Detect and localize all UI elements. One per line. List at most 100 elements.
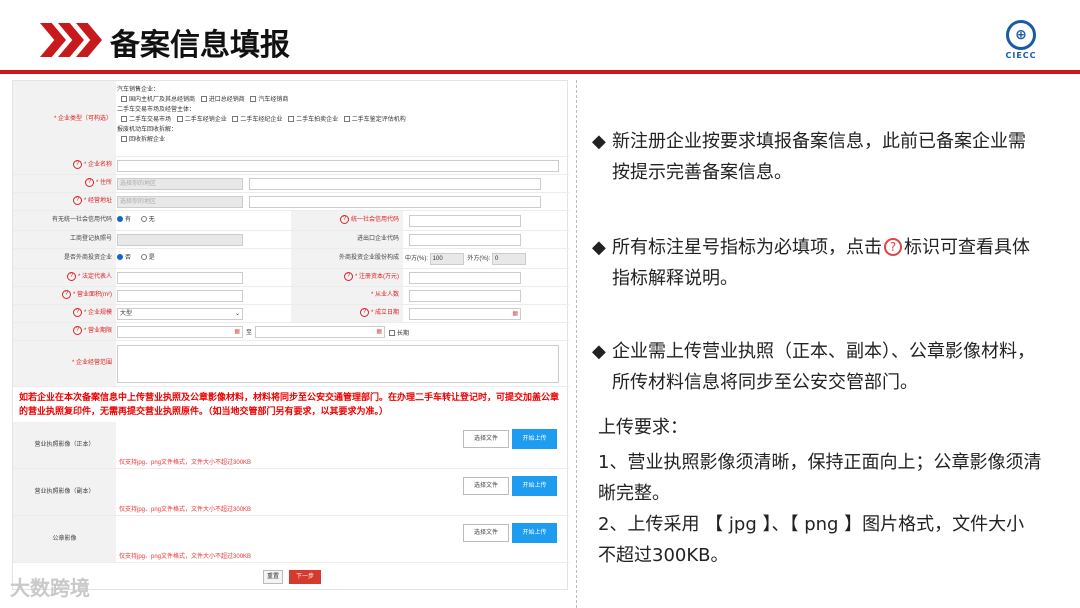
biz-address-row: ? * 经营地址 选择你的地区: [13, 193, 569, 211]
upload-label: 营业执照影像（副本）: [13, 469, 116, 515]
reg-no-row: 工商登记执照号 进出口企业代码: [13, 231, 569, 249]
scope-row: * 企业经营范围: [13, 341, 569, 387]
checkbox[interactable]: [343, 116, 350, 123]
term-start-input[interactable]: ▦: [117, 326, 243, 338]
area-input[interactable]: [117, 290, 243, 302]
calendar-icon: ▦: [234, 329, 240, 335]
checkbox[interactable]: [121, 136, 127, 143]
checkbox[interactable]: [176, 116, 183, 123]
area-label: ? * 营业面积(m²): [13, 287, 116, 304]
option-label: 进口总经销商: [208, 97, 245, 103]
reset-button[interactable]: 重置: [263, 570, 283, 584]
reg-no-label: 工商登记执照号: [13, 231, 116, 248]
capital-label: ? * 注册资本(万元): [291, 269, 403, 286]
globe-icon: ⊕: [1006, 20, 1036, 50]
radio-no[interactable]: [140, 216, 147, 223]
address-region-select[interactable]: 选择你的地区: [117, 178, 243, 190]
option-label: 二手车鉴定评估机构: [351, 117, 406, 123]
start-upload-button[interactable]: 开始上传: [512, 523, 557, 543]
biz-address-region-select[interactable]: 选择你的地区: [117, 196, 243, 208]
radio-yes[interactable]: [117, 216, 123, 223]
diamond-icon: ◆: [592, 237, 606, 258]
staff-label: * 从业人数: [291, 287, 403, 304]
start-upload-button[interactable]: 开始上传: [512, 429, 557, 449]
scale-select[interactable]: 大型 ⌄: [117, 308, 243, 320]
long-term-option[interactable]: 长期: [389, 328, 409, 337]
import-export-input[interactable]: [409, 234, 521, 246]
column-divider: [576, 80, 577, 608]
scope-label: * 企业经营范围: [13, 341, 116, 386]
note-bullet-1: ◆ 新注册企业按要求填报备案信息，此前已备案企业需 按提示完善备案信息。: [592, 126, 1072, 188]
upload-label: 公章影像: [13, 516, 116, 562]
enterprise-type-options: 汽车销售企业： 国内主机厂及其总经销商 进口总经销商 汽车经销商 二手车交易市场…: [117, 85, 406, 145]
radio-no[interactable]: [117, 254, 123, 261]
name-input[interactable]: [117, 160, 559, 172]
page-title: 备案信息填报: [110, 28, 290, 63]
sync-warning: 如若企业在本次备案信息中上传营业执照及公章影像材料，材料将同步至公安交通管理部门…: [19, 393, 560, 417]
credit-code-radio-group: 有 无: [117, 215, 155, 225]
option-label: 汽车经销商: [258, 97, 289, 103]
ciecc-logo: ⊕ CIECC: [1001, 20, 1041, 60]
note-bullet-2: ◆ 所有标注星号指标为必填项，点击? 标识可查看具体 指标解释说明。: [592, 232, 1072, 294]
next-button[interactable]: 下一步: [289, 570, 321, 584]
checkbox[interactable]: [288, 116, 295, 123]
upload-row-original: 营业执照影像（正本） 选择文件 开始上传 仅支持jpg、png文件格式，文件大小…: [13, 422, 569, 469]
checkbox[interactable]: [121, 96, 127, 103]
checkbox[interactable]: [250, 96, 257, 103]
watermark: 大数跨境: [10, 576, 90, 600]
credit-code-label: ? 统一社会信用代码: [291, 211, 403, 230]
req-1: 1、营业执照影像须清晰，保持正面向上；公章影像须清: [598, 452, 1042, 473]
capital-input[interactable]: [409, 272, 521, 284]
option-label: 二手车拍卖企业: [296, 117, 339, 123]
upload-label: 营业执照影像（正本）: [13, 422, 116, 468]
option-label: 回收拆解企业: [129, 137, 166, 143]
enterprise-type-row: * 企业类型（可构选） 汽车销售企业： 国内主机厂及其总经销商 进口总经销商 汽…: [13, 81, 569, 157]
logo-text: CIECC: [1005, 51, 1037, 60]
term-end-input[interactable]: ▦: [255, 326, 385, 338]
scrap-title: 报废机动车回收拆解：: [117, 127, 178, 133]
legal-rep-input[interactable]: [117, 272, 243, 284]
upload-hint: 仅支持jpg、png文件格式，文件大小不超过300KB: [119, 507, 252, 513]
chevron-icon: [40, 23, 66, 57]
foreign-share-label: 外商投资企业股份构成: [291, 249, 403, 268]
filing-form: * 企业类型（可构选） 汽车销售企业： 国内主机厂及其总经销商 进口总经销商 汽…: [12, 80, 569, 590]
radio-yes[interactable]: [140, 254, 147, 261]
diamond-icon: ◆: [592, 341, 606, 362]
reg-no-input[interactable]: [117, 234, 243, 246]
area-row: ? * 营业面积(m²) * 从业人数: [13, 287, 569, 305]
checkbox[interactable]: [200, 96, 207, 103]
term-row: ? * 营业期限 ▦ 至 ▦ 长期: [13, 323, 569, 341]
option-label: 国内主机厂及其总经销商: [129, 97, 196, 103]
calendar-icon: ▦: [512, 311, 518, 317]
name-row: ? * 企业名称: [13, 157, 569, 175]
req-title: 上传要求：: [598, 417, 688, 438]
address-detail-input[interactable]: [249, 178, 541, 190]
biz-address-label: ? * 经营地址: [13, 193, 116, 210]
foreign-invest-label: 是否外商投资企业: [13, 249, 116, 268]
share-fields: 中方(%): 100 外方(%): 0: [405, 253, 527, 265]
diamond-icon: ◆: [592, 131, 606, 152]
foreign-share-input[interactable]: 0: [492, 253, 527, 265]
cn-share-input[interactable]: 100: [429, 253, 464, 265]
scope-textarea[interactable]: [117, 345, 559, 383]
choose-file-button[interactable]: 选择文件: [463, 477, 509, 495]
req-2: 2、上传采用 【 jpg 】、【 png 】图片格式，文件大小: [598, 514, 1025, 535]
upload-row-seal: 公章影像 选择文件 开始上传 仅支持jpg、png文件格式，文件大小不超过300…: [13, 516, 569, 563]
choose-file-button[interactable]: 选择文件: [463, 430, 509, 448]
legal-rep-row: ? * 法定代表人 ? * 注册资本(万元): [13, 269, 569, 287]
checkbox[interactable]: [232, 116, 239, 123]
name-label: ? * 企业名称: [13, 157, 116, 174]
enterprise-type-label: * 企业类型（可构选）: [13, 81, 116, 157]
import-export-label: 进出口企业代码: [291, 231, 403, 248]
staff-input[interactable]: [409, 290, 521, 302]
choose-file-button[interactable]: 选择文件: [463, 524, 509, 542]
option-label: 二手车经销企业: [184, 117, 227, 123]
slide: 备案信息填报 ⊕ CIECC * 企业类型（可构选） 汽车销售企业： 国内主机厂…: [0, 0, 1080, 608]
found-date-input[interactable]: ▦: [409, 308, 521, 320]
credit-code-input[interactable]: [409, 215, 521, 227]
biz-address-detail-input[interactable]: [249, 196, 541, 208]
start-upload-button[interactable]: 开始上传: [512, 476, 557, 496]
checkbox[interactable]: [121, 116, 127, 123]
note-bullet-3: ◆ 企业需上传营业执照（正本、副本）、公章影像材料， 所传材料信息将同步至公安交管…: [592, 336, 1072, 398]
upload-hint: 仅支持jpg、png文件格式，文件大小不超过300KB: [119, 554, 252, 560]
